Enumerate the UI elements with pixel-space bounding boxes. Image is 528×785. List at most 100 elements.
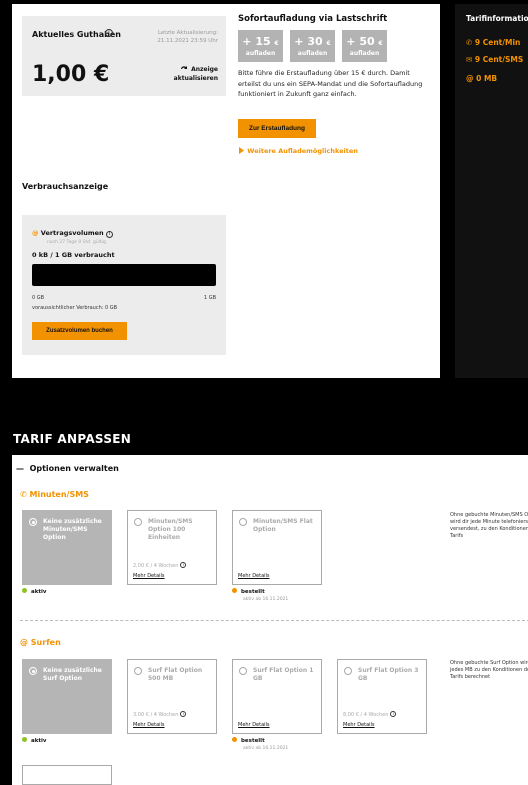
radio-selected[interactable] [29,667,37,675]
usage-min: 0 GB [32,295,45,301]
refresh-button[interactable]: Anzeige aktualisieren [174,65,218,83]
tarif-row-sms: ✉ 9 Cent/SMS [466,55,523,64]
last-update-time: 21.11.2021 23:59 Uhr [157,38,218,44]
chip-amount: + 15 [242,35,271,48]
option-name: Surf Flat Option 500 MB [148,667,203,682]
radio-selected[interactable] [29,518,37,526]
surfen-section-title: @ Surfen [20,638,61,647]
status-label: bestellt [241,589,265,595]
tarifinfo-panel: Tarifinformation ✆ 9 Cent/Min ✉ 9 Cent/S… [455,4,528,378]
option-name: Surf Flat Option 3 GB [358,667,419,682]
price-period: / 4 Wochen [150,712,179,718]
status-dot [232,737,237,742]
info-icon[interactable]: i [105,29,113,37]
status-dot [232,588,237,593]
tarifinfo-title: Tarifinformation [466,14,528,23]
status-active: aktiv [22,588,46,595]
minuten-note: Ohne gebuchte Minuten/SMS Option wird di… [450,512,528,539]
minus-icon: — [16,464,24,473]
tarif-row-data: @ 0 MB [466,74,497,83]
option-minuten-100[interactable]: Minuten/SMS Option 100 Einheiten 2,00 € … [127,510,217,585]
status-active: aktiv [22,737,46,744]
phone-icon: ✆ [466,38,473,47]
refresh-label-2: aktualisieren [173,75,218,82]
usage-max: 1 GB [203,295,216,301]
status-ordered-sub: aktiv ab 16.11.2021 [243,597,289,602]
info-icon[interactable]: i [390,711,397,717]
option-price: 2,00 € / 4 Wochen i [133,562,187,569]
last-update-label: Letzte Aktualisierung: [157,30,218,36]
minuten-section-title: ✆ Minuten/SMS [20,490,89,499]
topup-30-button[interactable]: + 30 € aufladen [290,30,335,62]
mehr-details-link[interactable]: Mehr Details [133,722,165,728]
guthaben-box: Aktuelles Guthaben i Letzte Aktualisieru… [22,16,226,96]
radio[interactable] [134,518,142,526]
options-header-label: Optionen verwalten [29,464,119,473]
option-minuten-none[interactable]: Keine zusätzliche Minuten/SMS Option [22,510,112,585]
mehr-details-link[interactable]: Mehr Details [133,573,165,579]
weitere-auflade-link[interactable]: Weitere Auflademöglichkeiten [238,147,358,155]
radio[interactable] [134,667,142,675]
status-dot [22,588,27,593]
option-surf-3gb[interactable]: Surf Flat Option 3 GB 8,00 € / 4 Wochen i… [337,659,427,734]
usage-forecast: voraussichtlicher Verbrauch: 0 GB [32,305,118,311]
erstaufladung-button[interactable]: Zur Erstaufladung [238,119,316,138]
option-price: 3,00 € / 4 Wochen i [133,711,187,718]
info-icon[interactable]: i [180,562,187,568]
radio[interactable] [239,518,247,526]
volume-title-text: Vertragsvolumen [40,229,104,237]
option-partial[interactable] [22,765,112,785]
radio[interactable] [239,667,247,675]
divider [20,620,528,621]
status-label: aktiv [31,589,47,595]
chip-amount: + 30 [294,35,323,48]
price-value: 3,00 € [133,712,149,718]
chip-currency: € [274,40,279,47]
sofort-description: Bitte führe die Erstaufladung über 15 € … [238,69,423,98]
options-toggle[interactable]: — Optionen verwalten [16,464,119,473]
triangle-right-icon [239,147,244,154]
option-surf-1gb[interactable]: Surf Flat Option 1 GB Mehr Details [232,659,322,734]
status-label: aktiv [31,738,47,744]
refresh-label-1: Anzeige [191,66,218,73]
option-surf-none[interactable]: Keine zusätzliche Surf Option [22,659,112,734]
usage-bar [32,264,216,286]
status-label: bestellt [241,738,265,744]
volume-title: @ Vertragsvolumen i [32,229,113,238]
option-name: Minuten/SMS Flat Option [253,518,313,533]
mehr-details-link[interactable]: Mehr Details [238,573,270,579]
tarif-row-text: 9 Cent/Min [474,38,521,47]
price-period: / 4 Wochen [150,563,179,569]
price-period: / 4 Wochen [360,712,389,718]
verbrauch-box: @ Vertragsvolumen i noch 27 Tage 0 Std. … [22,215,226,355]
options-card: — Optionen verwalten ✆ Minuten/SMS Keine… [12,455,528,785]
volume-validity: noch 27 Tage 0 Std. gültig [47,240,106,245]
balance-amount: 1,00 € [32,62,110,87]
chip-currency: € [378,40,383,47]
topup-50-button[interactable]: + 50 € aufladen [342,30,387,62]
status-ordered-sub: aktiv ab 16.11.2021 [243,746,289,751]
refresh-icon [181,66,187,69]
tarif-row-text: 9 Cent/SMS [474,55,524,64]
chip-label: aufladen [297,50,328,57]
option-name: Keine zusätzliche Surf Option [43,667,102,682]
option-name: Surf Flat Option 1 GB [253,667,314,682]
weitere-link-label: Weitere Auflademöglichkeiten [247,147,358,155]
tarif-row-text: 0 MB [476,74,498,83]
info-icon[interactable]: i [105,231,113,238]
option-minuten-flat[interactable]: Minuten/SMS Flat Option Mehr Details [232,510,322,585]
option-name: Keine zusätzliche Minuten/SMS Option [43,518,102,541]
mehr-details-link[interactable]: Mehr Details [343,722,375,728]
zusatzvolumen-button[interactable]: Zusatzvolumen buchen [32,322,127,340]
info-icon[interactable]: i [180,711,187,717]
radio[interactable] [344,667,352,675]
guthaben-card: Aktuelles Guthaben i Letzte Aktualisieru… [12,4,440,378]
option-surf-500mb[interactable]: Surf Flat Option 500 MB 3,00 € / 4 Woche… [127,659,217,734]
verbrauch-title: Verbrauchsanzeige [22,182,109,191]
topup-15-button[interactable]: + 15 € aufladen [238,30,283,62]
mehr-details-link[interactable]: Mehr Details [238,722,270,728]
status-ordered: bestellt [232,588,265,595]
at-icon: @ [466,74,474,83]
at-icon: @ [32,229,39,237]
status-ordered: bestellt [232,737,265,744]
